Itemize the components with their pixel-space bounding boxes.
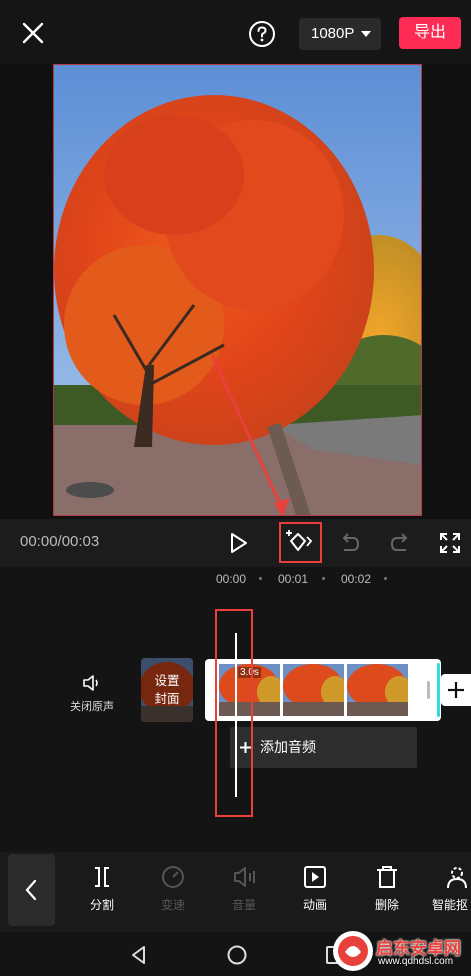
tool-volume-label: 音量 xyxy=(231,898,256,912)
watermark: 启东安卓网 www.qdhdsl.com xyxy=(332,922,471,976)
tool-speed-label: 变速 xyxy=(160,898,185,912)
bottom-toolbar: 分割 变速 音量 动画 删除 智能抠 xyxy=(0,852,471,932)
top-bar: 1080P 导出 xyxy=(0,0,471,64)
animation-icon xyxy=(304,866,326,888)
preview-image xyxy=(53,64,422,516)
split-icon xyxy=(95,867,109,887)
plus-icon xyxy=(448,682,464,698)
ruler-dot xyxy=(384,577,387,580)
smart-cutout-icon xyxy=(447,867,467,889)
clip-thumbnail xyxy=(347,664,408,716)
ruler-mark: 00:01 xyxy=(278,572,309,586)
clip-end-marker xyxy=(437,663,440,717)
tool-speed[interactable]: 变速 xyxy=(143,864,203,913)
speaker-icon xyxy=(83,675,98,691)
clip-trim-handle[interactable] xyxy=(427,681,430,699)
tool-delete-label: 删除 xyxy=(374,898,399,912)
tool-animation[interactable]: 动画 xyxy=(285,864,345,913)
caret-down-icon xyxy=(361,31,371,37)
timeline[interactable]: 00:00 00:01 00:02 关闭原声 设置 封面 3.0s 添加音频 xyxy=(0,567,471,852)
volume-icon xyxy=(234,867,255,887)
set-cover-line2: 封面 xyxy=(154,692,180,706)
resolution-selector[interactable]: 1080P xyxy=(299,18,381,50)
tool-animation-label: 动画 xyxy=(302,898,327,912)
fullscreen-icon[interactable] xyxy=(436,529,464,557)
tool-smart-cutout[interactable]: 智能抠 xyxy=(428,864,471,913)
add-clip-button[interactable] xyxy=(441,674,471,706)
video-preview[interactable] xyxy=(0,64,471,519)
ruler-mark: 00:02 xyxy=(341,572,372,586)
mute-original-label: 关闭原声 xyxy=(70,701,114,713)
set-cover-label: 设置 封面 xyxy=(141,658,193,722)
ruler-mark: 00:00 xyxy=(216,572,247,586)
set-cover-button[interactable]: 设置 封面 xyxy=(141,658,193,722)
mute-original-audio-button[interactable]: 关闭原声 xyxy=(60,672,124,714)
play-icon[interactable] xyxy=(224,529,252,557)
speed-icon xyxy=(162,866,184,888)
nav-home-icon[interactable] xyxy=(226,944,248,966)
undo-icon[interactable] xyxy=(336,529,364,557)
clip-thumbnail xyxy=(283,664,344,716)
help-icon[interactable] xyxy=(248,20,276,48)
resolution-label: 1080P xyxy=(311,25,355,42)
ruler-dot xyxy=(259,577,262,580)
chevron-left-icon xyxy=(25,879,37,901)
ruler-dot xyxy=(322,577,325,580)
tool-delete[interactable]: 删除 xyxy=(357,864,417,913)
delete-icon xyxy=(377,866,397,888)
watermark-url: www.qdhdsl.com xyxy=(378,956,454,967)
annotation-arrow xyxy=(210,354,290,515)
tool-split[interactable]: 分割 xyxy=(72,864,132,913)
watermark-logo xyxy=(333,931,373,971)
tool-split-label: 分割 xyxy=(89,898,114,912)
add-audio-label: 添加音频 xyxy=(260,739,316,755)
export-button[interactable]: 导出 xyxy=(399,17,461,49)
time-display: 00:00/00:03 xyxy=(20,533,100,550)
tool-smart-cutout-label: 智能抠 xyxy=(432,898,469,912)
toolbar-back-button[interactable] xyxy=(8,854,55,926)
redo-icon[interactable] xyxy=(386,529,414,557)
player-controls: 00:00/00:03 xyxy=(0,519,471,567)
set-cover-line1: 设置 xyxy=(154,674,180,688)
highlight-box-keyframe xyxy=(279,522,322,563)
highlight-box-playhead xyxy=(215,609,253,817)
add-audio-button[interactable]: 添加音频 xyxy=(230,727,417,768)
close-icon[interactable] xyxy=(18,18,48,48)
tool-volume[interactable]: 音量 xyxy=(214,864,274,913)
nav-back-icon[interactable] xyxy=(128,944,150,966)
